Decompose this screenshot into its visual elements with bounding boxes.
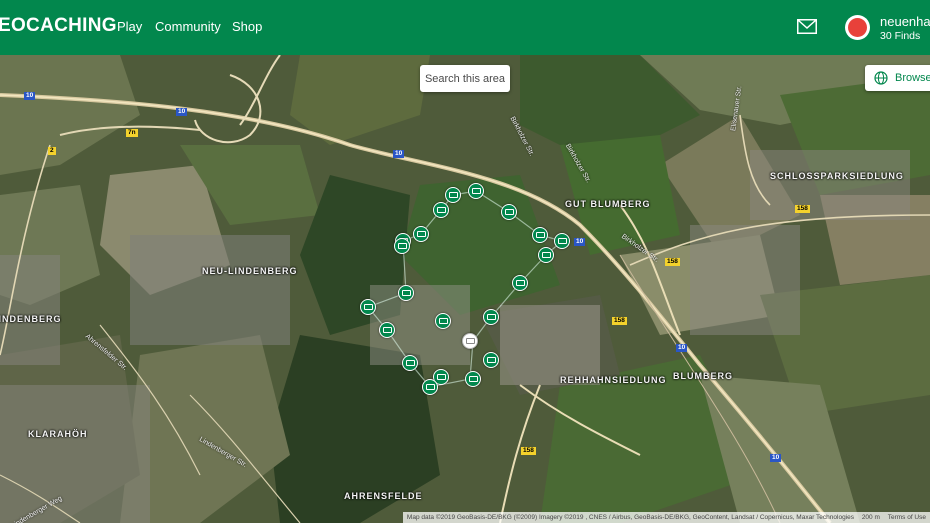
place-label: BLUMBERG (673, 371, 733, 381)
globe-icon (874, 71, 888, 85)
cache-marker[interactable] (483, 309, 499, 325)
cache-marker[interactable] (501, 204, 517, 220)
map-attribution: Map data ©2019 GeoBasis-DE/BKG (©2009) I… (402, 512, 930, 523)
terms-link[interactable]: Terms of Use (888, 514, 926, 521)
finds-count: 30 Finds (880, 30, 921, 42)
map-view[interactable]: SCHLOSSPARKSIEDLUNG GUT BLUMBERG NEU-LIN… (0, 55, 930, 523)
cache-marker[interactable] (483, 352, 499, 368)
top-navbar: EOCACHING Play Community Shop neuenhag 3… (0, 0, 930, 55)
scale-label: 200 m (861, 514, 880, 521)
road-shield: 10 (770, 454, 782, 462)
browse-button[interactable]: Browse (865, 65, 930, 91)
cache-marker[interactable] (413, 226, 429, 242)
road-shield: 10 (574, 238, 586, 246)
nav-play[interactable]: Play (117, 19, 142, 34)
road-shield: 10 (676, 344, 688, 352)
cache-marker[interactable] (554, 233, 570, 249)
cache-marker[interactable] (435, 313, 451, 329)
cache-marker[interactable] (433, 202, 449, 218)
trail-path (366, 190, 564, 388)
avatar-image (848, 18, 867, 37)
place-label: SCHLOSSPARKSIEDLUNG (770, 171, 904, 181)
nav-shop[interactable]: Shop (232, 19, 262, 34)
cache-marker-selected[interactable] (462, 333, 478, 349)
username[interactable]: neuenhag (880, 14, 930, 29)
road-shield: 10 (393, 150, 405, 158)
cache-marker[interactable] (532, 227, 548, 243)
cache-marker[interactable] (402, 355, 418, 371)
road-shield: 2 (48, 147, 56, 155)
place-label: NEU-LINDENBERG (202, 266, 298, 276)
place-label: KLARAHÖH (28, 429, 88, 439)
nav-community[interactable]: Community (155, 19, 221, 34)
cache-marker[interactable] (468, 183, 484, 199)
envelope-icon[interactable] (797, 19, 817, 34)
attribution-text: Map data ©2019 GeoBasis-DE/BKG (©2009) I… (406, 514, 854, 521)
place-label: GUT BLUMBERG (565, 199, 651, 209)
search-this-area-button[interactable]: Search this area (420, 65, 510, 92)
cache-marker[interactable] (538, 247, 554, 263)
road-shield: 10 (176, 108, 188, 116)
browse-label: Browse (895, 72, 930, 84)
cache-marker[interactable] (360, 299, 376, 315)
place-label: LINDENBERG (0, 314, 62, 324)
road-shield: 158 (795, 205, 810, 213)
cache-marker[interactable] (422, 379, 438, 395)
place-label: AHRENSFELDE (344, 491, 423, 501)
road-shield: 158 (665, 258, 680, 266)
cache-marker[interactable] (445, 187, 461, 203)
cache-marker[interactable] (465, 371, 481, 387)
cache-marker[interactable] (398, 285, 414, 301)
road-shield: 158 (612, 317, 627, 325)
cache-marker[interactable] (394, 238, 410, 254)
cache-marker[interactable] (512, 275, 528, 291)
road-shield: 10 (24, 92, 36, 100)
cache-marker[interactable] (379, 322, 395, 338)
place-label: REHHAHNSIEDLUNG (560, 375, 667, 385)
road-shield: 7n (126, 129, 138, 137)
logo[interactable]: EOCACHING (0, 15, 117, 37)
avatar[interactable] (845, 15, 870, 40)
road-shield: 158 (521, 447, 536, 455)
